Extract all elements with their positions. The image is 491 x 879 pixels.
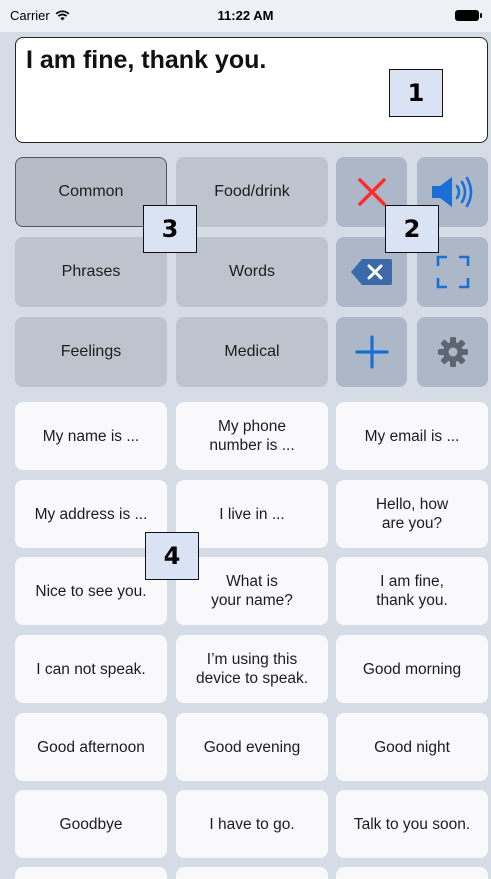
fullscreen-icon bbox=[436, 255, 469, 289]
phrase-button[interactable]: Hello, how are you? bbox=[336, 480, 488, 548]
callout-4: 4 bbox=[145, 532, 199, 580]
phrase-button[interactable]: My name is ... bbox=[15, 402, 167, 470]
category-label: Words bbox=[229, 263, 275, 280]
phrase-button[interactable]: Good afternoon bbox=[15, 713, 167, 781]
phrase-button[interactable]: Good morning bbox=[336, 635, 488, 703]
clock: 11:22 AM bbox=[217, 8, 274, 23]
speech-text: I am fine, thank you. bbox=[26, 46, 267, 74]
phrase-button[interactable]: My email is ... bbox=[336, 402, 488, 470]
phrase-button[interactable]: I have to go. bbox=[176, 790, 328, 858]
phrase-button[interactable]: I am fine, thank you. bbox=[336, 557, 488, 625]
phrase-button-partial[interactable] bbox=[176, 867, 328, 879]
phrase-button[interactable]: Good evening bbox=[176, 713, 328, 781]
phrase-button[interactable]: Talk to you soon. bbox=[336, 790, 488, 858]
battery-icon bbox=[455, 10, 482, 21]
category-food-drink[interactable]: Food/drink bbox=[176, 157, 328, 227]
phrase-button-partial[interactable] bbox=[15, 867, 167, 879]
gear-icon bbox=[437, 337, 468, 367]
clear-x-icon bbox=[357, 178, 386, 206]
phrase-button[interactable]: I can not speak. bbox=[15, 635, 167, 703]
callout-3: 3 bbox=[143, 205, 197, 253]
phrase-button[interactable]: Good night bbox=[336, 713, 488, 781]
callout-1: 1 bbox=[389, 69, 443, 117]
category-feelings[interactable]: Feelings bbox=[15, 317, 167, 387]
settings-button[interactable] bbox=[417, 317, 488, 387]
category-label: Common bbox=[58, 183, 124, 200]
plus-icon bbox=[354, 335, 389, 369]
category-label: Feelings bbox=[60, 343, 122, 360]
phrase-button[interactable]: My phone number is ... bbox=[176, 402, 328, 470]
phrase-button-partial[interactable] bbox=[336, 867, 488, 879]
phrase-button[interactable]: Goodbye bbox=[15, 790, 167, 858]
category-label: Food/drink bbox=[214, 183, 290, 200]
category-words[interactable]: Words bbox=[176, 237, 328, 307]
category-label: Medical bbox=[224, 343, 280, 360]
status-bar: Carrier 11:22 AM bbox=[0, 0, 491, 32]
add-button[interactable] bbox=[336, 317, 407, 387]
callout-2: 2 bbox=[385, 205, 439, 253]
phrase-button[interactable]: I’m using this device to speak. bbox=[176, 635, 328, 703]
category-medical[interactable]: Medical bbox=[176, 317, 328, 387]
backspace-icon bbox=[350, 259, 392, 285]
category-label: Phrases bbox=[61, 263, 121, 280]
